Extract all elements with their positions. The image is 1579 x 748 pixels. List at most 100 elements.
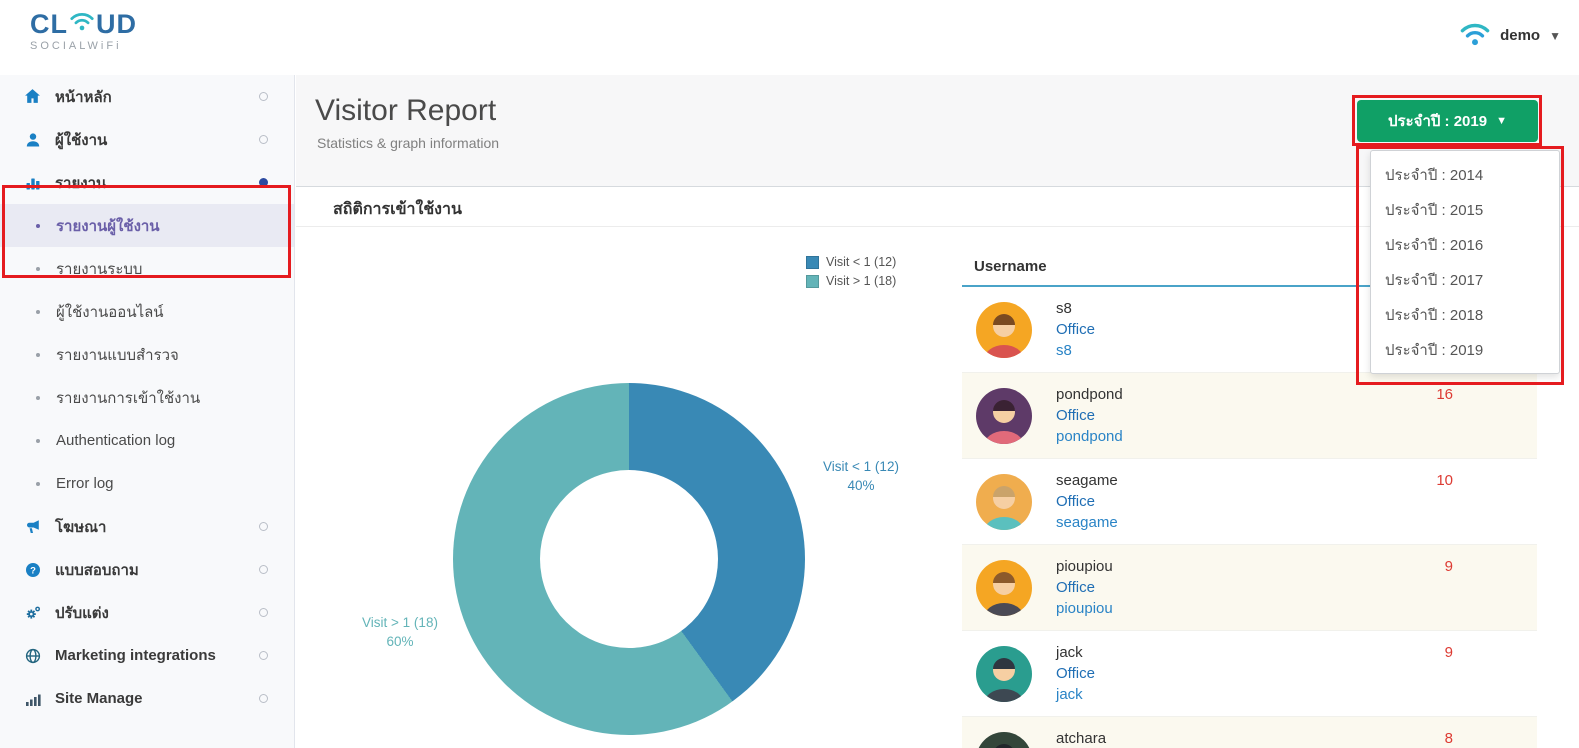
sidebar-subitem-label: Error log [56, 475, 114, 492]
avatar [976, 560, 1032, 616]
page-subtitle: Statistics & graph information [317, 135, 500, 151]
legend-label: Visit < 1 (12) [826, 255, 897, 269]
row-username: seagame [1056, 514, 1118, 531]
sidebar-subitem-label: รายงานแบบสำรวจ [56, 346, 179, 364]
year-filter-button[interactable]: ประจำปี : 2019 ▼ [1357, 100, 1538, 142]
table-row[interactable]: pondpond Office pondpond 16 [962, 373, 1537, 459]
logo-subtitle: SOCIALWiFi [30, 40, 122, 52]
sidebar-item-users[interactable]: ผู้ใช้งาน [0, 118, 294, 161]
slice-percent: 40% [847, 478, 875, 493]
sidebar-item-label: ปรับแต่ง [55, 604, 109, 622]
row-username: pioupiou [1056, 600, 1113, 617]
year-option-2016[interactable]: ประจำปี : 2016 [1371, 227, 1559, 262]
row-count: 9 [1444, 558, 1453, 575]
sidebar-item-label: Site Manage [55, 690, 143, 707]
bullet-icon [36, 266, 40, 271]
year-option-2014[interactable]: ประจำปี : 2014 [1371, 157, 1559, 192]
bullet-icon [36, 309, 40, 314]
year-option-2017[interactable]: ประจำปี : 2017 [1371, 262, 1559, 297]
sidebar-subitem-label: รายงานผู้ใช้งาน [56, 217, 160, 235]
sidebar-item-home[interactable]: หน้าหลัก [0, 75, 294, 118]
home-icon [24, 88, 41, 105]
sidebar-item-label: แบบสอบถาม [55, 561, 139, 579]
brand-logo[interactable]: CL UD SOCIALWiFi [30, 9, 137, 52]
top-header: CL UD SOCIALWiFi demo ▼ [0, 0, 1579, 75]
radio-indicator-icon [259, 565, 268, 574]
avatar [976, 646, 1032, 702]
sidebar-item-ads[interactable]: โฆษณา [0, 505, 294, 548]
logo-text-end: UD [96, 9, 137, 39]
sidebar-item-label: โฆษณา [55, 518, 107, 536]
sidebar-subitem-error-log[interactable]: Error log [0, 462, 294, 505]
row-count: 16 [1436, 386, 1453, 403]
legend-item: Visit > 1 (18) [806, 274, 896, 288]
year-option-2015[interactable]: ประจำปี : 2015 [1371, 192, 1559, 227]
year-option-2018[interactable]: ประจำปี : 2018 [1371, 297, 1559, 332]
user-name: demo [1500, 27, 1541, 44]
row-org: Office [1056, 493, 1095, 510]
caret-down-icon: ▼ [1496, 115, 1507, 127]
sidebar-item-site-manage[interactable]: Site Manage [0, 677, 294, 720]
sidebar-subitem-system-report[interactable]: รายงานระบบ [0, 247, 294, 290]
table-row[interactable]: jack Office jack 9 [962, 631, 1537, 717]
row-name: s8 [1056, 300, 1072, 317]
megaphone-icon [24, 518, 41, 535]
radio-indicator-icon [259, 522, 268, 531]
sidebar-subitem-access-report[interactable]: รายงานการเข้าใช้งาน [0, 376, 294, 419]
avatar [976, 732, 1032, 748]
year-option-2019[interactable]: ประจำปี : 2019 [1371, 332, 1559, 367]
bullet-icon [36, 438, 40, 443]
sidebar-subitem-authentication-log[interactable]: Authentication log [0, 419, 294, 462]
sidebar-item-questionnaire[interactable]: ? แบบสอบถาม [0, 548, 294, 591]
row-username: s8 [1056, 342, 1072, 359]
row-count: 9 [1444, 644, 1453, 661]
radio-indicator-icon [259, 651, 268, 660]
row-name: atchara [1056, 730, 1107, 747]
wifi-logo-icon [68, 9, 96, 39]
globe-icon [24, 647, 41, 664]
slice-label-text: Visit > 1 (18) [362, 615, 438, 630]
row-username: jack [1056, 686, 1083, 703]
sidebar-nav: หน้าหลัก ผู้ใช้งาน รายงาน รายงานผู้ใช้งา… [0, 75, 295, 748]
row-name: jack [1056, 644, 1083, 661]
sidebar-item-label: รายงาน [55, 174, 107, 192]
app-root: CL UD SOCIALWiFi demo ▼ หน้าหลัก ผู้ใช้ง… [0, 0, 1579, 748]
sidebar-item-label: ผู้ใช้งาน [55, 131, 108, 149]
row-org: Office [1056, 321, 1095, 338]
table-row[interactable]: seagame Office seagame 10 [962, 459, 1537, 545]
signal-bars-icon [24, 690, 41, 707]
legend-item: Visit < 1 (12) [806, 255, 896, 269]
sidebar-item-settings[interactable]: ปรับแต่ง [0, 591, 294, 634]
year-filter-label: ประจำปี : 2019 [1388, 113, 1488, 130]
radio-indicator-filled-icon [259, 178, 268, 187]
slice-label-text: Visit < 1 (12) [823, 459, 899, 474]
sidebar-subitem-label: Authentication log [56, 432, 176, 449]
sidebar-item-reports[interactable]: รายงาน [0, 161, 294, 204]
row-name: pondpond [1056, 386, 1123, 403]
user-icon [24, 131, 41, 148]
page-title: Visitor Report [315, 94, 497, 127]
sidebar-item-marketing-integrations[interactable]: Marketing integrations [0, 634, 294, 677]
user-menu[interactable]: demo ▼ [1459, 20, 1561, 51]
table-row[interactable]: pioupiou Office pioupiou 9 [962, 545, 1537, 631]
chart-legend: Visit < 1 (12) Visit > 1 (18) [806, 255, 896, 293]
slice-percent: 60% [386, 634, 414, 649]
avatar [976, 388, 1032, 444]
bullet-icon [36, 395, 40, 400]
sidebar-subitem-online-users[interactable]: ผู้ใช้งานออนไลน์ [0, 290, 294, 333]
logo-text-start: CL [30, 9, 68, 39]
row-username: pondpond [1056, 428, 1123, 445]
row-count: 10 [1436, 472, 1453, 489]
table-row[interactable]: atchara 8 [962, 717, 1537, 748]
legend-swatch [806, 255, 819, 269]
sidebar-subitem-survey-report[interactable]: รายงานแบบสำรวจ [0, 333, 294, 376]
legend-swatch [806, 274, 819, 288]
sidebar-subitem-user-report[interactable]: รายงานผู้ใช้งาน [0, 204, 294, 247]
question-circle-icon: ? [24, 561, 41, 578]
radio-indicator-icon [259, 694, 268, 703]
row-org: Office [1056, 407, 1095, 424]
slice-label-visit-gt1: Visit > 1 (18) 60% [344, 613, 456, 651]
sidebar-subitem-label: ผู้ใช้งานออนไลน์ [56, 303, 164, 321]
svg-text:?: ? [30, 565, 36, 576]
row-count: 8 [1444, 730, 1453, 747]
